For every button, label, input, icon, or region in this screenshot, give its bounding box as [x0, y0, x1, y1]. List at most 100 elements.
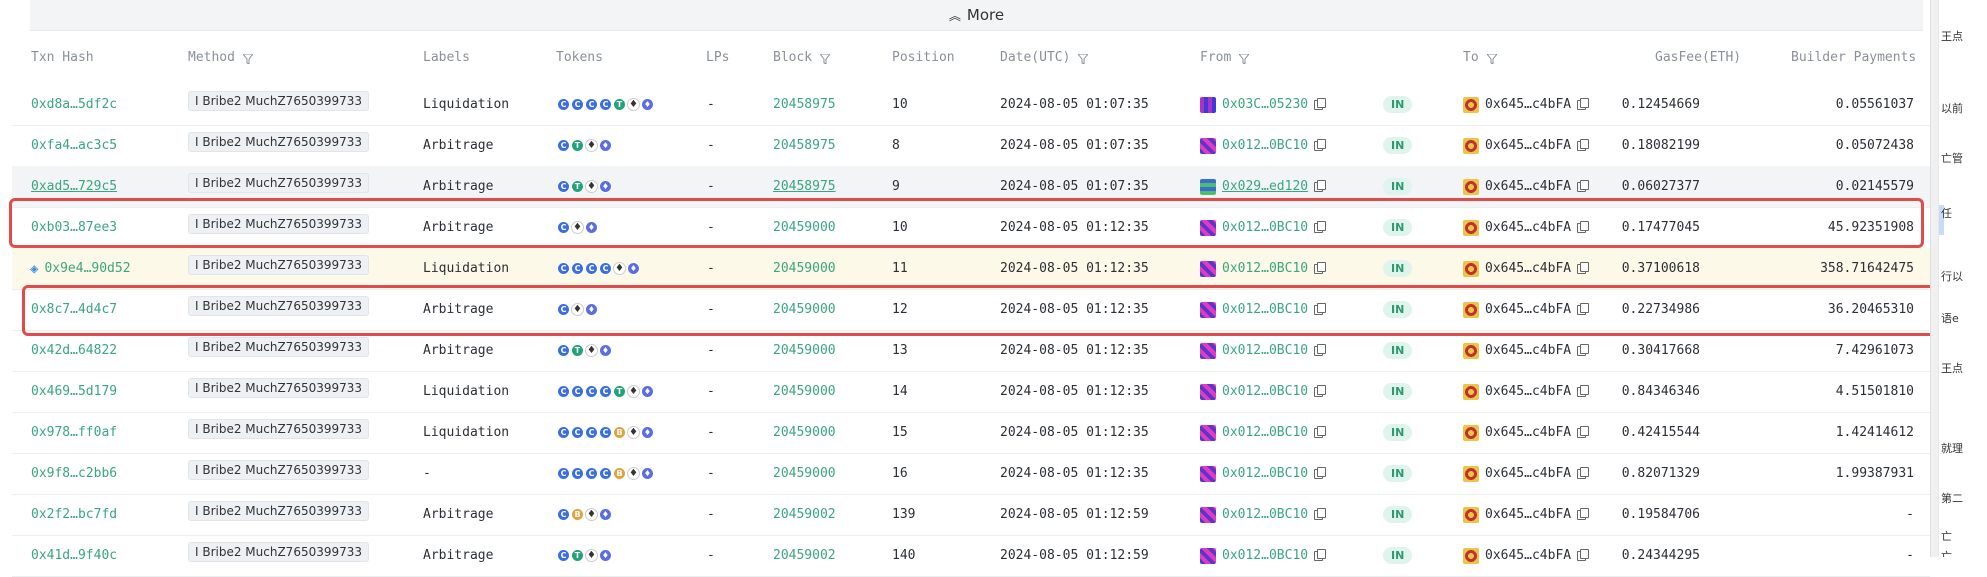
- token-icon[interactable]: C: [557, 262, 570, 275]
- token-icon[interactable]: T: [571, 549, 584, 562]
- token-icon[interactable]: T: [571, 139, 584, 152]
- filter-icon[interactable]: [1077, 53, 1090, 65]
- txn-hash-link[interactable]: 0x469…5d179: [31, 384, 117, 399]
- weth-token-icon[interactable]: ♦: [641, 385, 654, 398]
- table-row[interactable]: 0x9f8…c2bb6 I Bribe2 MuchZ7650399733- C C C C…: [12, 453, 1930, 495]
- to-address[interactable]: 0x645…c4bFA: [1485, 302, 1571, 317]
- table-row[interactable]: 0x42d…64822 I Bribe2 MuchZ7650399733 Arbit…: [12, 330, 1930, 372]
- token-icon[interactable]: C: [557, 426, 570, 439]
- block-link[interactable]: 20458975: [773, 97, 836, 112]
- txn-hash-link[interactable]: 0xb03…87ee3: [31, 220, 117, 235]
- token-icon[interactable]: C: [571, 262, 584, 275]
- filter-icon[interactable]: [1485, 53, 1498, 65]
- block-link[interactable]: 20459000: [773, 425, 836, 440]
- copy-icon[interactable]: [1577, 425, 1590, 438]
- token-icon[interactable]: C: [557, 98, 570, 111]
- from-address-link[interactable]: 0x012…0BC10: [1222, 466, 1308, 481]
- copy-icon[interactable]: [1314, 97, 1327, 110]
- copy-icon[interactable]: [1314, 466, 1327, 479]
- block-link[interactable]: 20458975: [773, 179, 836, 194]
- weth-token-icon[interactable]: ♦: [641, 98, 654, 111]
- from-address-link[interactable]: 0x012…0BC10: [1222, 548, 1308, 563]
- token-icon[interactable]: C: [599, 467, 612, 480]
- weth-token-icon[interactable]: ♦: [599, 180, 612, 193]
- copy-icon[interactable]: [1314, 425, 1327, 438]
- txn-hash-link[interactable]: 0xd8a…5df2c: [31, 97, 117, 112]
- copy-icon[interactable]: [1314, 261, 1327, 274]
- token-icon[interactable]: T: [613, 385, 626, 398]
- copy-icon[interactable]: [1314, 548, 1327, 561]
- eth-token-icon[interactable]: ♦: [585, 180, 598, 193]
- token-icon[interactable]: B: [613, 426, 626, 439]
- copy-icon[interactable]: [1577, 384, 1590, 397]
- block-link[interactable]: 20459002: [773, 507, 836, 522]
- copy-icon[interactable]: [1314, 220, 1327, 233]
- token-icon[interactable]: C: [599, 385, 612, 398]
- table-row[interactable]: 0xd8a…5df2c I Bribe2 MuchZ7650399733 Liqui…: [12, 84, 1930, 126]
- eth-token-icon[interactable]: ♦: [585, 344, 598, 357]
- token-icon[interactable]: C: [571, 385, 584, 398]
- copy-icon[interactable]: [1577, 97, 1590, 110]
- eth-token-icon[interactable]: ♦: [627, 426, 640, 439]
- table-row[interactable]: 0x2f2…bc7fd I Bribe2 MuchZ7650399733 Arbit…: [12, 494, 1930, 536]
- eth-token-icon[interactable]: ♦: [627, 385, 640, 398]
- txn-hash-link[interactable]: 0x2f2…bc7fd: [31, 507, 117, 522]
- filter-icon[interactable]: [819, 53, 832, 65]
- from-address-link[interactable]: 0x012…0BC10: [1222, 507, 1308, 522]
- to-address[interactable]: 0x645…c4bFA: [1485, 179, 1571, 194]
- copy-icon[interactable]: [1577, 302, 1590, 315]
- token-icon[interactable]: B: [613, 467, 626, 480]
- weth-token-icon[interactable]: ♦: [599, 344, 612, 357]
- block-link[interactable]: 20459000: [773, 302, 836, 317]
- copy-icon[interactable]: [1577, 548, 1590, 561]
- copy-icon[interactable]: [1577, 179, 1590, 192]
- from-address-link[interactable]: 0x029…ed120: [1222, 179, 1308, 194]
- txn-hash-link[interactable]: 0x9e4…90d52: [44, 261, 130, 276]
- weth-token-icon[interactable]: ♦: [585, 221, 598, 234]
- token-icon[interactable]: C: [557, 344, 570, 357]
- from-address-link[interactable]: 0x012…0BC10: [1222, 425, 1308, 440]
- table-row[interactable]: 0xad5…729c5 I Bribe2 MuchZ7650399733 Arbit…: [12, 166, 1930, 208]
- table-row[interactable]: 0xfa4…ac3c5 I Bribe2 MuchZ7650399733 Arbit…: [12, 125, 1930, 167]
- to-address[interactable]: 0x645…c4bFA: [1485, 343, 1571, 358]
- txn-hash-link[interactable]: 0xad5…729c5: [31, 179, 117, 194]
- token-icon[interactable]: C: [585, 467, 598, 480]
- table-row[interactable]: 0x469…5d179 I Bribe2 MuchZ7650399733 Liqui…: [12, 371, 1930, 413]
- weth-token-icon[interactable]: ♦: [585, 303, 598, 316]
- token-icon[interactable]: T: [613, 98, 626, 111]
- block-link[interactable]: 20459000: [773, 466, 836, 481]
- to-address[interactable]: 0x645…c4bFA: [1485, 384, 1571, 399]
- weth-token-icon[interactable]: ♦: [627, 262, 640, 275]
- weth-token-icon[interactable]: ♦: [599, 549, 612, 562]
- token-icon[interactable]: B: [571, 508, 584, 521]
- token-icon[interactable]: C: [557, 385, 570, 398]
- filter-icon[interactable]: [1238, 53, 1251, 65]
- token-icon[interactable]: C: [585, 426, 598, 439]
- eth-token-icon[interactable]: ♦: [585, 139, 598, 152]
- block-link[interactable]: 20458975: [773, 138, 836, 153]
- block-link[interactable]: 20459000: [773, 261, 836, 276]
- eth-token-icon[interactable]: ♦: [585, 549, 598, 562]
- copy-icon[interactable]: [1314, 138, 1327, 151]
- copy-icon[interactable]: [1314, 343, 1327, 356]
- to-address[interactable]: 0x645…c4bFA: [1485, 466, 1571, 481]
- weth-token-icon[interactable]: ♦: [641, 467, 654, 480]
- from-address-link[interactable]: 0x03C…05230: [1222, 97, 1308, 112]
- eth-token-icon[interactable]: ♦: [627, 98, 640, 111]
- token-icon[interactable]: C: [599, 426, 612, 439]
- filter-icon[interactable]: [241, 53, 255, 65]
- from-address-link[interactable]: 0x012…0BC10: [1222, 220, 1308, 235]
- table-row[interactable]: ◈ 0x9e4…90d52 I Bribe2 MuchZ7650399733 Liqu…: [12, 248, 1930, 290]
- from-address-link[interactable]: 0x012…0BC10: [1222, 261, 1308, 276]
- block-link[interactable]: 20459000: [773, 384, 836, 399]
- token-icon[interactable]: C: [571, 98, 584, 111]
- to-address[interactable]: 0x645…c4bFA: [1485, 138, 1571, 153]
- token-icon[interactable]: C: [571, 467, 584, 480]
- copy-icon[interactable]: [1577, 343, 1590, 356]
- copy-icon[interactable]: [1314, 384, 1327, 397]
- table-row[interactable]: 0x978…ff0af I Bribe2 MuchZ7650399733 Liqui…: [12, 412, 1930, 454]
- block-link[interactable]: 20459000: [773, 220, 836, 235]
- to-address[interactable]: 0x645…c4bFA: [1485, 507, 1571, 522]
- copy-icon[interactable]: [1577, 261, 1590, 274]
- token-icon[interactable]: C: [557, 303, 570, 316]
